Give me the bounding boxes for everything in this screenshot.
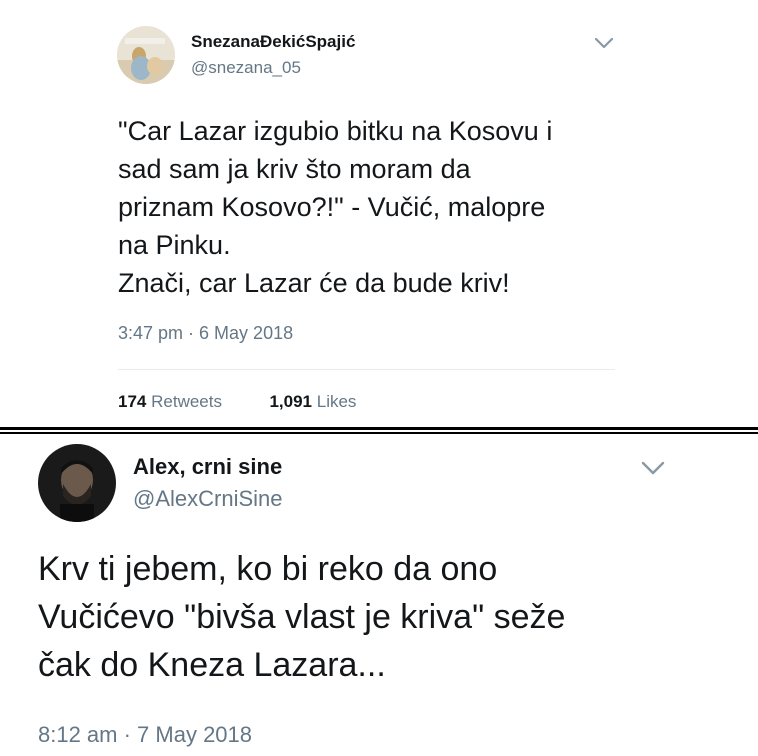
stats-divider — [118, 369, 615, 370]
likes-label[interactable]: Likes — [317, 392, 357, 411]
retweets-count[interactable]: 174 — [118, 392, 146, 411]
retweets-label[interactable]: Retweets — [151, 392, 222, 411]
user-handle[interactable]: @AlexCrniSine — [133, 486, 283, 512]
tweet-text: "Car Lazar izgubio bitku na Kosovu i sad… — [118, 116, 553, 298]
tweet-timestamp[interactable]: 3:47 pm · 6 May 2018 — [118, 323, 293, 344]
avatar-photo — [38, 444, 116, 522]
avatar-photo — [117, 26, 175, 84]
likes-count[interactable]: 1,091 — [269, 392, 312, 411]
image-separator — [0, 427, 758, 434]
chevron-down-icon[interactable] — [593, 36, 615, 50]
display-name[interactable]: SnezanaĐekićSpajić — [191, 32, 355, 52]
user-handle[interactable]: @snezana_05 — [191, 58, 301, 78]
tweet-timestamp[interactable]: 8:12 am · 7 May 2018 — [38, 722, 252, 748]
tweet-stats: 174 Retweets 1,091 Likes — [118, 392, 356, 412]
avatar[interactable] — [117, 26, 175, 84]
tweet-text: Krv ti jebem, ko bi reko da ono Vučićevo… — [38, 550, 566, 684]
chevron-down-icon[interactable] — [640, 460, 665, 475]
display-name[interactable]: Alex, crni sine — [133, 454, 282, 480]
avatar[interactable] — [38, 444, 116, 522]
